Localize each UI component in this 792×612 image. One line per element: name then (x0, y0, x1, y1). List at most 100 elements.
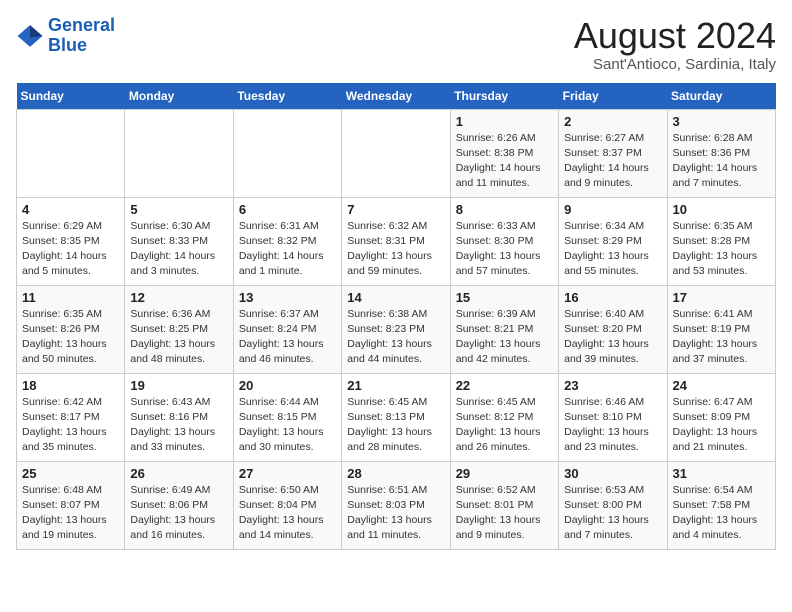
weekday-header-row: SundayMondayTuesdayWednesdayThursdayFrid… (17, 83, 776, 110)
day-number: 27 (239, 466, 336, 481)
day-info: Sunrise: 6:33 AMSunset: 8:30 PMDaylight:… (456, 219, 553, 280)
day-info: Sunrise: 6:46 AMSunset: 8:10 PMDaylight:… (564, 395, 661, 456)
day-number: 8 (456, 202, 553, 217)
weekday-header-monday: Monday (125, 83, 233, 110)
day-info: Sunrise: 6:30 AMSunset: 8:33 PMDaylight:… (130, 219, 227, 280)
day-info: Sunrise: 6:28 AMSunset: 8:36 PMDaylight:… (673, 131, 770, 192)
calendar-cell: 9 Sunrise: 6:34 AMSunset: 8:29 PMDaylight… (559, 197, 667, 285)
weekday-header-wednesday: Wednesday (342, 83, 450, 110)
calendar-cell: 19 Sunrise: 6:43 AMSunset: 8:16 PMDayligh… (125, 373, 233, 461)
logo-line2: Blue (48, 35, 87, 55)
day-info: Sunrise: 6:39 AMSunset: 8:21 PMDaylight:… (456, 307, 553, 368)
calendar-cell: 15 Sunrise: 6:39 AMSunset: 8:21 PMDayligh… (450, 285, 558, 373)
day-info: Sunrise: 6:27 AMSunset: 8:37 PMDaylight:… (564, 131, 661, 192)
weekday-header-saturday: Saturday (667, 83, 775, 110)
logo-icon (16, 22, 44, 50)
calendar-cell: 11Sunrise: 6:35 AMSunset: 8:26 PMDayligh… (17, 285, 125, 373)
day-number: 13 (239, 290, 336, 305)
day-info: Sunrise: 6:49 AMSunset: 8:06 PMDaylight:… (130, 483, 227, 544)
calendar-cell (233, 109, 341, 197)
day-number: 1 (456, 114, 553, 129)
day-number: 28 (347, 466, 444, 481)
calendar-cell: 1 Sunrise: 6:26 AMSunset: 8:38 PMDaylight… (450, 109, 558, 197)
day-info: Sunrise: 6:41 AMSunset: 8:19 PMDaylight:… (673, 307, 770, 368)
calendar-cell (342, 109, 450, 197)
day-number: 20 (239, 378, 336, 393)
day-number: 6 (239, 202, 336, 217)
day-number: 14 (347, 290, 444, 305)
day-number: 18 (22, 378, 119, 393)
calendar-cell: 5 Sunrise: 6:30 AMSunset: 8:33 PMDaylight… (125, 197, 233, 285)
calendar-cell: 6 Sunrise: 6:31 AMSunset: 8:32 PMDaylight… (233, 197, 341, 285)
calendar-cell: 12 Sunrise: 6:36 AMSunset: 8:25 PMDayligh… (125, 285, 233, 373)
day-info: Sunrise: 6:32 AMSunset: 8:31 PMDaylight:… (347, 219, 444, 280)
day-info: Sunrise: 6:38 AMSunset: 8:23 PMDaylight:… (347, 307, 444, 368)
day-info: Sunrise: 6:51 AMSunset: 8:03 PMDaylight:… (347, 483, 444, 544)
day-info: Sunrise: 6:45 AMSunset: 8:13 PMDaylight:… (347, 395, 444, 456)
calendar-cell: 29 Sunrise: 6:52 AMSunset: 8:01 PMDayligh… (450, 461, 558, 549)
calendar-cell: 3 Sunrise: 6:28 AMSunset: 8:36 PMDaylight… (667, 109, 775, 197)
calendar-cell: 7Sunrise: 6:32 AMSunset: 8:31 PMDaylight… (342, 197, 450, 285)
day-info: Sunrise: 6:50 AMSunset: 8:04 PMDaylight:… (239, 483, 336, 544)
calendar-cell: 2Sunrise: 6:27 AMSunset: 8:37 PMDaylight… (559, 109, 667, 197)
day-number: 3 (673, 114, 770, 129)
day-info: Sunrise: 6:29 AMSunset: 8:35 PMDaylight:… (22, 219, 119, 280)
week-row-3: 11Sunrise: 6:35 AMSunset: 8:26 PMDayligh… (17, 285, 776, 373)
calendar-cell: 16Sunrise: 6:40 AMSunset: 8:20 PMDayligh… (559, 285, 667, 373)
day-info: Sunrise: 6:47 AMSunset: 8:09 PMDaylight:… (673, 395, 770, 456)
calendar-cell: 28 Sunrise: 6:51 AMSunset: 8:03 PMDayligh… (342, 461, 450, 549)
day-number: 12 (130, 290, 227, 305)
week-row-1: 1 Sunrise: 6:26 AMSunset: 8:38 PMDaylight… (17, 109, 776, 197)
calendar-cell: 30Sunrise: 6:53 AMSunset: 8:00 PMDayligh… (559, 461, 667, 549)
calendar-cell: 26Sunrise: 6:49 AMSunset: 8:06 PMDayligh… (125, 461, 233, 549)
day-number: 31 (673, 466, 770, 481)
day-info: Sunrise: 6:43 AMSunset: 8:16 PMDaylight:… (130, 395, 227, 456)
day-info: Sunrise: 6:37 AMSunset: 8:24 PMDaylight:… (239, 307, 336, 368)
calendar-cell: 27 Sunrise: 6:50 AMSunset: 8:04 PMDayligh… (233, 461, 341, 549)
calendar-cell: 4 Sunrise: 6:29 AMSunset: 8:35 PMDaylight… (17, 197, 125, 285)
calendar-cell: 24 Sunrise: 6:47 AMSunset: 8:09 PMDayligh… (667, 373, 775, 461)
week-row-2: 4 Sunrise: 6:29 AMSunset: 8:35 PMDaylight… (17, 197, 776, 285)
day-number: 23 (564, 378, 661, 393)
weekday-header-sunday: Sunday (17, 83, 125, 110)
day-info: Sunrise: 6:26 AMSunset: 8:38 PMDaylight:… (456, 131, 553, 192)
calendar-cell: 25 Sunrise: 6:48 AMSunset: 8:07 PMDayligh… (17, 461, 125, 549)
week-row-5: 25 Sunrise: 6:48 AMSunset: 8:07 PMDayligh… (17, 461, 776, 549)
calendar-cell: 21 Sunrise: 6:45 AMSunset: 8:13 PMDayligh… (342, 373, 450, 461)
day-number: 16 (564, 290, 661, 305)
page-header: General Blue August 2024 Sant'Antioco, S… (16, 16, 776, 73)
day-info: Sunrise: 6:36 AMSunset: 8:25 PMDaylight:… (130, 307, 227, 368)
day-number: 22 (456, 378, 553, 393)
day-info: Sunrise: 6:54 AMSunset: 7:58 PMDaylight:… (673, 483, 770, 544)
day-number: 19 (130, 378, 227, 393)
calendar-cell: 22Sunrise: 6:45 AMSunset: 8:12 PMDayligh… (450, 373, 558, 461)
day-number: 5 (130, 202, 227, 217)
calendar-cell: 13 Sunrise: 6:37 AMSunset: 8:24 PMDayligh… (233, 285, 341, 373)
day-number: 29 (456, 466, 553, 481)
day-number: 9 (564, 202, 661, 217)
day-number: 24 (673, 378, 770, 393)
day-number: 11 (22, 290, 119, 305)
location: Sant'Antioco, Sardinia, Italy (574, 56, 776, 73)
day-number: 30 (564, 466, 661, 481)
calendar-cell (17, 109, 125, 197)
calendar-cell: 31 Sunrise: 6:54 AMSunset: 7:58 PMDayligh… (667, 461, 775, 549)
day-info: Sunrise: 6:52 AMSunset: 8:01 PMDaylight:… (456, 483, 553, 544)
calendar-cell: 10Sunrise: 6:35 AMSunset: 8:28 PMDayligh… (667, 197, 775, 285)
day-number: 21 (347, 378, 444, 393)
month-year: August 2024 (574, 16, 776, 56)
day-info: Sunrise: 6:44 AMSunset: 8:15 PMDaylight:… (239, 395, 336, 456)
day-info: Sunrise: 6:31 AMSunset: 8:32 PMDaylight:… (239, 219, 336, 280)
day-info: Sunrise: 6:48 AMSunset: 8:07 PMDaylight:… (22, 483, 119, 544)
day-number: 15 (456, 290, 553, 305)
calendar-cell: 8 Sunrise: 6:33 AMSunset: 8:30 PMDaylight… (450, 197, 558, 285)
day-number: 17 (673, 290, 770, 305)
day-info: Sunrise: 6:34 AMSunset: 8:29 PMDaylight:… (564, 219, 661, 280)
logo-text: General Blue (48, 16, 115, 56)
week-row-4: 18 Sunrise: 6:42 AMSunset: 8:17 PMDayligh… (17, 373, 776, 461)
day-info: Sunrise: 6:42 AMSunset: 8:17 PMDaylight:… (22, 395, 119, 456)
calendar-cell: 14 Sunrise: 6:38 AMSunset: 8:23 PMDayligh… (342, 285, 450, 373)
day-number: 4 (22, 202, 119, 217)
title-block: August 2024 Sant'Antioco, Sardinia, Ital… (574, 16, 776, 73)
day-number: 25 (22, 466, 119, 481)
